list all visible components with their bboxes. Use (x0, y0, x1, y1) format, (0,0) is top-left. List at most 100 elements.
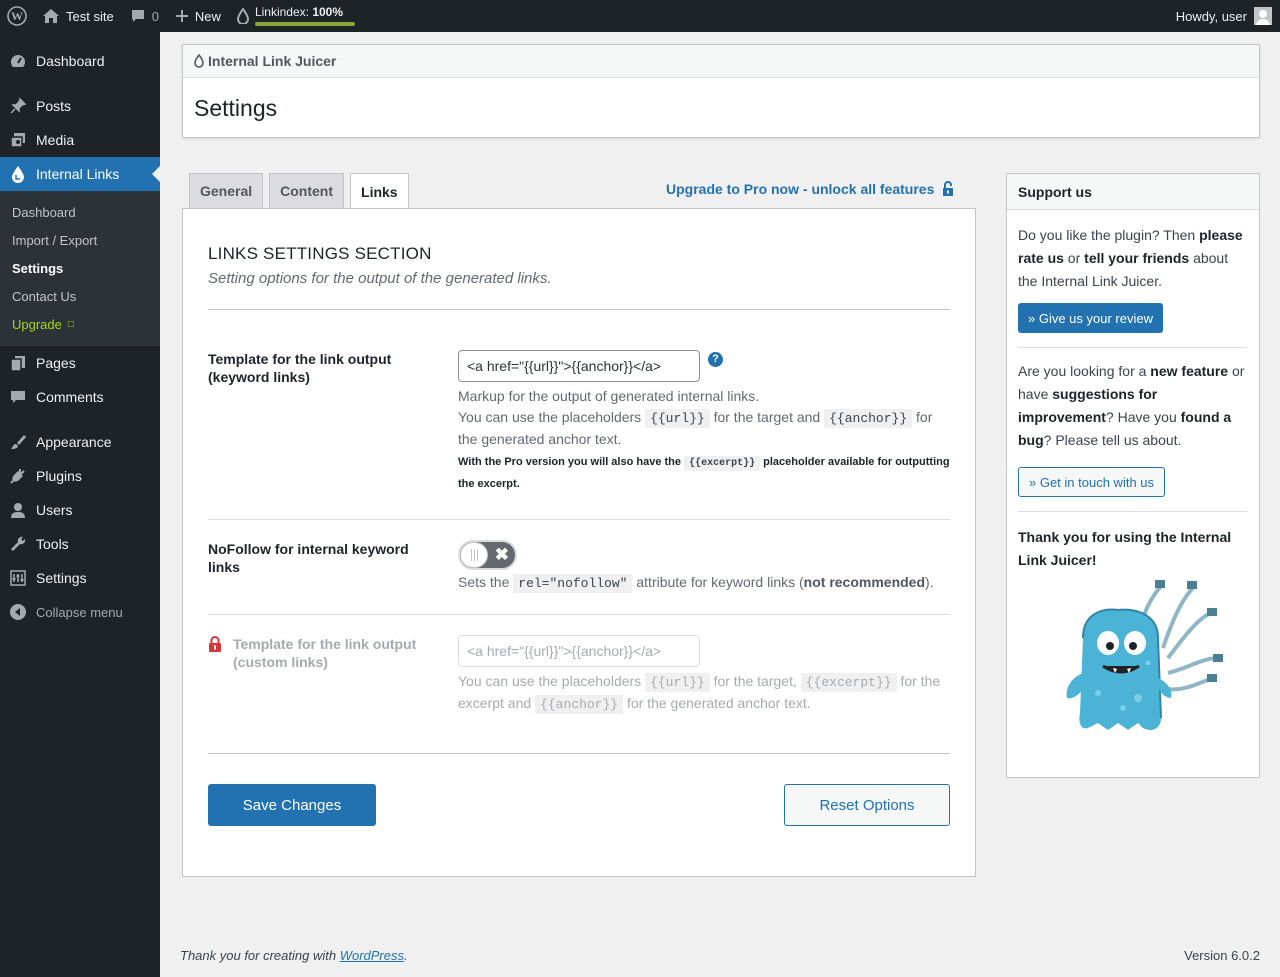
menu-users[interactable]: Users (0, 493, 160, 527)
placeholders-text-b: for the target and (713, 409, 821, 425)
menu-plugins[interactable]: Plugins (0, 459, 160, 493)
nofollow-desc-b: attribute for keyword links ( (636, 574, 804, 590)
nofollow-toggle[interactable]: ✖ (458, 540, 517, 570)
footer-thanks-text: Thank you for creating with (180, 948, 337, 963)
reset-options-button[interactable]: Reset Options (784, 784, 950, 826)
comments-count: 0 (151, 8, 159, 24)
support-text: Do you like the plugin? Then (1018, 227, 1200, 243)
menu-internal-links[interactable]: Internal Links (0, 157, 160, 191)
pin-icon (8, 97, 28, 115)
nofollow-label: NoFollow for internal keyword links (208, 541, 409, 575)
tab-content[interactable]: Content (269, 173, 345, 209)
comments-link[interactable]: 0 (122, 0, 167, 32)
tab-general[interactable]: General (189, 173, 264, 209)
menu-users-label: Users (36, 502, 73, 518)
drop-icon (194, 54, 204, 68)
avatar (1254, 7, 1272, 25)
plugin-header-bar: Internal Link Juicer (183, 45, 1259, 78)
collapse-icon (8, 603, 28, 621)
support-text: ? Please tell us about. (1043, 432, 1182, 448)
wordpress-logo-icon[interactable]: W (0, 0, 34, 32)
support-box: Support us Do you like the plugin? Then … (1006, 173, 1260, 778)
menu-comments[interactable]: Comments (0, 380, 160, 414)
tab-links[interactable]: Links (350, 173, 409, 210)
plus-icon (175, 9, 189, 23)
section-description: Setting options for the output of the ge… (208, 270, 552, 287)
plug-icon (8, 467, 28, 485)
menu-pages[interactable]: Pages (0, 346, 160, 380)
support-divider (1018, 511, 1247, 512)
review-button-wrap: » Give us your review (1018, 303, 1247, 333)
menu-plugins-label: Plugins (36, 468, 82, 484)
submenu-settings[interactable]: Settings (0, 254, 160, 282)
admin-bar: W Test site 0 New Linkindex: 100% Howdy,… (0, 0, 1280, 32)
section-title: LINKS SETTINGS SECTION (208, 244, 432, 263)
wordpress-link[interactable]: WordPress (340, 948, 404, 963)
lock-icon (943, 181, 954, 196)
plugin-header: Internal Link Juicer Settings (182, 44, 1260, 138)
user-account-link[interactable]: Howdy, user (1168, 0, 1280, 32)
settings-panel: LINKS SETTINGS SECTION Setting options f… (182, 208, 976, 877)
submenu-dashboard[interactable]: Dashboard (0, 198, 160, 226)
menu-appearance[interactable]: Appearance (0, 425, 160, 459)
menu-tools[interactable]: Tools (0, 527, 160, 561)
nofollow-not-recommended: not recommended (803, 574, 926, 590)
menu-settings[interactable]: Settings (0, 561, 160, 595)
menu-posts[interactable]: Posts (0, 89, 160, 123)
submenu-import-export[interactable]: Import / Export (0, 226, 160, 254)
nofollow-desc: Sets the rel="nofollow" attribute for ke… (458, 572, 950, 594)
lock-icon (209, 636, 221, 652)
svg-text:W: W (11, 9, 23, 23)
menu-media-label: Media (36, 132, 75, 148)
media-icon (8, 131, 28, 149)
mascot-image (1018, 578, 1247, 738)
submenu-contact-us[interactable]: Contact Us (0, 282, 160, 310)
template-custom-desc: You can use the placeholders {{url}} for… (458, 671, 950, 715)
support-text: or (1063, 250, 1085, 266)
template-keyword-input[interactable]: <a href="{{url}}">{{anchor}}</a> (458, 350, 700, 382)
internal-links-submenu: Dashboard Import / Export Settings Conta… (0, 191, 160, 346)
pro-note-a: With the Pro version you will also have … (458, 456, 682, 468)
custom-desc-b: for the target, (713, 673, 797, 689)
collapse-label: Collapse menu (36, 604, 123, 620)
submenu-upgrade[interactable]: Upgrade □ (0, 310, 160, 338)
brush-icon (8, 433, 28, 451)
template-custom-input[interactable]: <a href="{{url}}">{{anchor}}</a> (458, 635, 700, 667)
save-changes-button[interactable]: Save Changes (208, 784, 376, 826)
menu-dashboard[interactable]: Dashboard (0, 44, 160, 78)
menu-dashboard-label: Dashboard (36, 53, 105, 69)
help-icon[interactable]: ? (708, 352, 723, 367)
drop-icon (8, 165, 28, 183)
linkindex-progress-bar (254, 22, 355, 26)
site-name-link[interactable]: Test site (34, 0, 122, 32)
version-text: Version 6.0.2 (1184, 948, 1260, 963)
code-anchor: {{anchor}} (824, 409, 913, 428)
template-custom-label: Template for the link output (custom lin… (233, 636, 417, 670)
get-in-touch-button[interactable]: » Get in touch with us (1018, 467, 1166, 497)
menu-media[interactable]: Media (0, 123, 160, 157)
wrench-icon (8, 535, 28, 553)
custom-desc-a: You can use the placeholders (458, 673, 642, 689)
collapse-menu-button[interactable]: Collapse menu (0, 595, 160, 629)
give-review-button[interactable]: » Give us your review (1018, 303, 1163, 333)
code-rel-nofollow: rel="nofollow" (513, 574, 633, 593)
upgrade-pro-link[interactable]: Upgrade to Pro now - unlock all features (666, 181, 954, 197)
user-icon (8, 501, 28, 519)
menu-comments-label: Comments (36, 389, 104, 405)
support-title: Support us (1007, 174, 1259, 210)
support-text: Are you looking for a (1018, 363, 1151, 379)
template-custom-field: <a href="{{url}}">{{anchor}}</a> You can… (458, 635, 950, 715)
close-icon: ✖ (494, 545, 509, 564)
linkindex-link[interactable]: Linkindex: 100% (229, 0, 363, 32)
support-text: ? Have you (1105, 409, 1181, 425)
howdy-text: Howdy, user (1175, 8, 1247, 24)
linkindex-label: Linkindex: (254, 5, 309, 19)
support-divider (1018, 347, 1247, 348)
toggle-knob (460, 542, 488, 568)
placeholders-text-a: You can use the placeholders (458, 409, 642, 425)
nofollow-desc-a: Sets the (458, 574, 510, 590)
template-keyword-desc: Markup for the output of generated inter… (458, 388, 760, 404)
settings-icon (8, 569, 28, 587)
support-rate-text: Do you like the plugin? Then please rate… (1018, 224, 1247, 293)
new-content-link[interactable]: New (167, 0, 229, 32)
